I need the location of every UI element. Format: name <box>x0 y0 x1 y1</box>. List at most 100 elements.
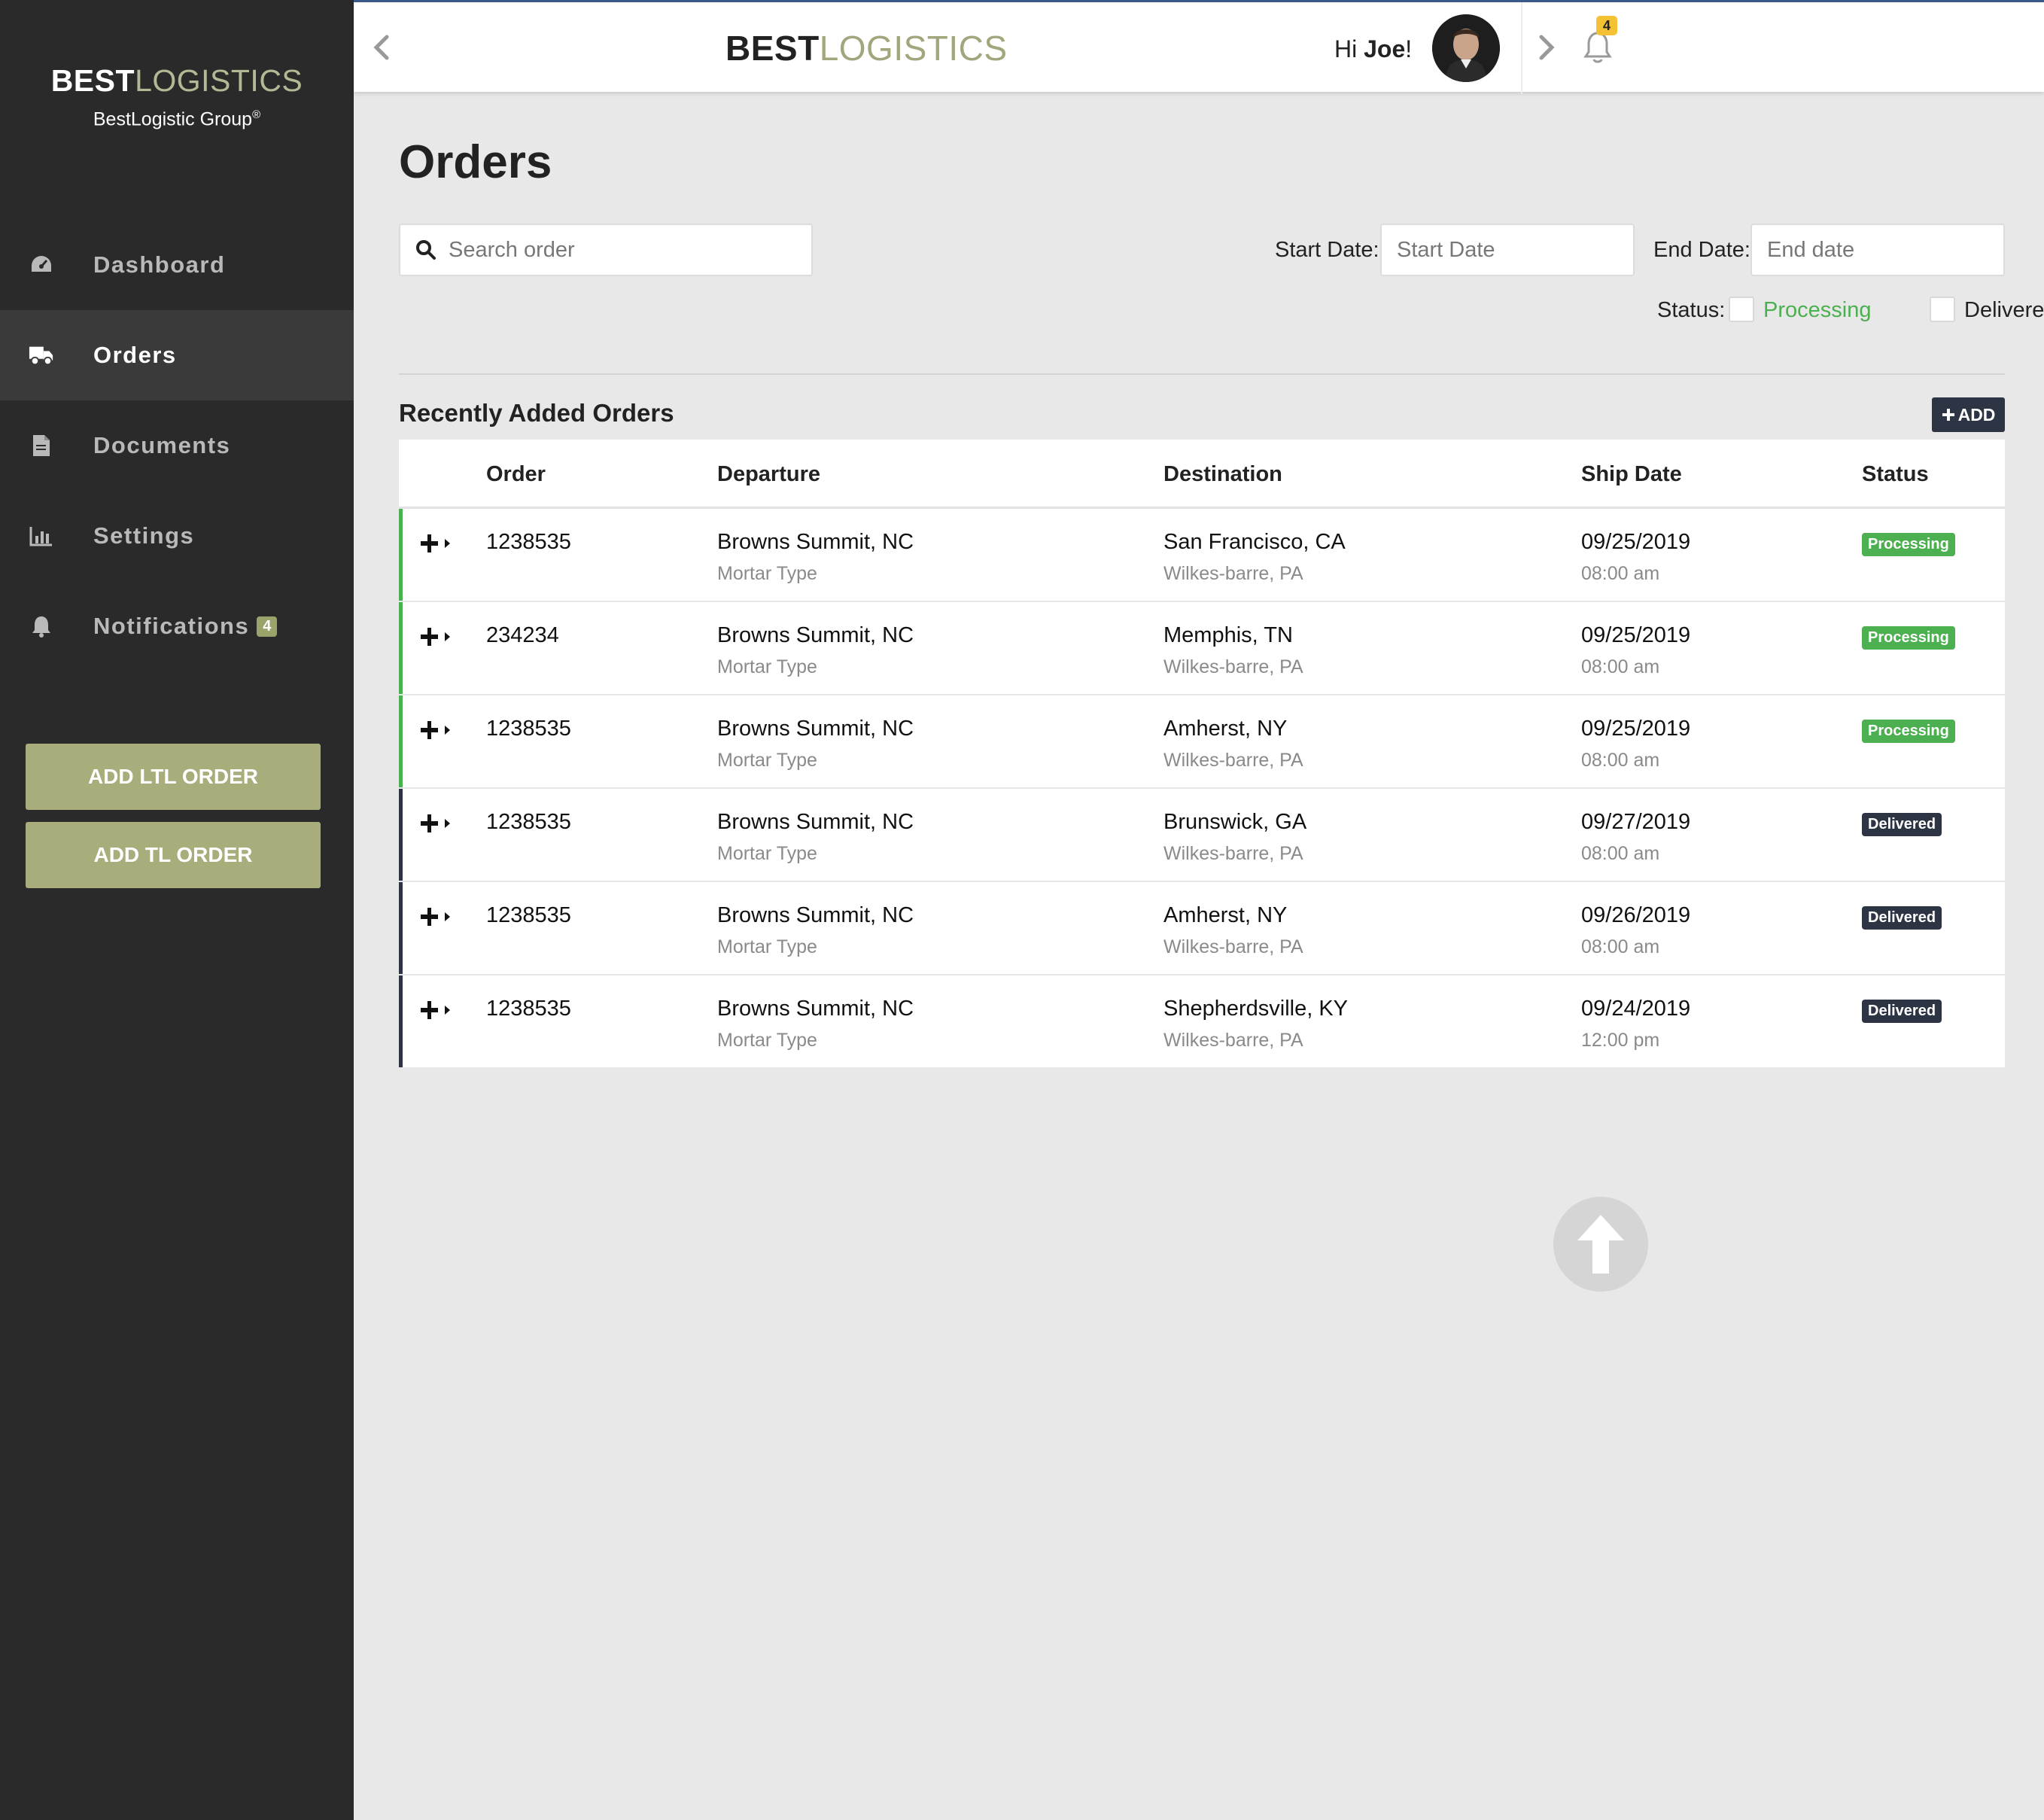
registered-mark: ® <box>252 108 261 121</box>
bell-icon <box>29 613 54 639</box>
departure-city: Browns Summit, NC <box>717 623 914 647</box>
sidebar-item-documents[interactable]: Documents <box>0 400 354 491</box>
departure-city: Browns Summit, NC <box>717 717 914 741</box>
expand-row-icon[interactable] <box>420 903 453 930</box>
destination-sub: Wilkes-barre, PA <box>1163 936 1303 957</box>
departure-type: Mortar Type <box>717 1030 817 1051</box>
search-input[interactable] <box>449 237 795 263</box>
bar-chart-icon <box>29 523 54 549</box>
sidebar-nav: Dashboard Orders Documents Settings Noti… <box>0 220 354 671</box>
destination-city: Shepherdsville, KY <box>1163 997 1349 1021</box>
table-row[interactable]: 1238535 Browns Summit, NC Mortar Type Sh… <box>399 975 2005 1067</box>
notification-count-badge: 4 <box>257 616 278 637</box>
sidebar-item-dashboard[interactable]: Dashboard <box>0 220 354 310</box>
expand-row-icon[interactable] <box>420 530 453 557</box>
logo-bold-text: BEST <box>725 29 820 68</box>
add-tl-order-button[interactable]: ADD TL ORDER <box>26 822 321 888</box>
order-number: 1238535 <box>486 717 571 741</box>
truck-icon <box>29 342 54 368</box>
expand-row-icon[interactable] <box>420 717 453 744</box>
row-status-bar <box>399 882 403 974</box>
ship-time: 08:00 am <box>1581 563 1660 584</box>
column-header-status[interactable]: Status <box>1862 462 1929 487</box>
dashboard-gauge-icon <box>29 252 54 278</box>
order-number: 1238535 <box>486 810 571 834</box>
delivered-filter-label[interactable]: Delivered <box>1964 298 2044 323</box>
expand-row-icon[interactable] <box>420 623 453 650</box>
column-header-departure[interactable]: Departure <box>717 462 820 487</box>
end-date-label: End Date: <box>1653 238 1750 262</box>
start-date-input[interactable] <box>1382 225 1633 275</box>
header-logo[interactable]: BESTLOGISTICS <box>725 28 1008 68</box>
chevron-left-icon[interactable] <box>370 32 393 62</box>
status-filter-label: Status: <box>1657 298 1726 322</box>
table-row[interactable]: 1238535 Browns Summit, NC Mortar Type Br… <box>399 789 2005 882</box>
order-number: 1238535 <box>486 530 571 554</box>
table-body: 1238535 Browns Summit, NC Mortar Type Sa… <box>399 509 2005 1067</box>
divider <box>399 373 2005 375</box>
avatar[interactable] <box>1432 14 1500 82</box>
ship-time: 08:00 am <box>1581 750 1660 771</box>
processing-filter-label[interactable]: Processing <box>1763 298 1871 323</box>
sidebar-item-orders[interactable]: Orders <box>0 310 354 400</box>
departure-city: Browns Summit, NC <box>717 997 914 1021</box>
destination-sub: Wilkes-barre, PA <box>1163 1030 1303 1051</box>
delivered-checkbox[interactable] <box>1930 297 1955 322</box>
ship-time: 08:00 am <box>1581 936 1660 957</box>
sidebar-item-label: Notifications <box>93 613 250 639</box>
table-row[interactable]: 1238535 Browns Summit, NC Mortar Type Am… <box>399 882 2005 975</box>
order-number: 1238535 <box>486 903 571 927</box>
column-header-ship-date[interactable]: Ship Date <box>1581 462 1682 487</box>
row-status-bar <box>399 789 403 881</box>
column-header-destination[interactable]: Destination <box>1163 462 1282 487</box>
chevron-right-icon[interactable] <box>1535 32 1558 62</box>
sidebar-item-notifications[interactable]: Notifications 4 <box>0 581 354 671</box>
order-number: 234234 <box>486 623 559 647</box>
ship-date: 09/25/2019 <box>1581 717 1691 741</box>
document-icon <box>29 433 54 458</box>
departure-type: Mortar Type <box>717 750 817 771</box>
status-badge: Delivered <box>1862 906 1942 930</box>
order-number: 1238535 <box>486 997 571 1021</box>
destination-sub: Wilkes-barre, PA <box>1163 750 1303 771</box>
table-row[interactable]: 1238535 Browns Summit, NC Mortar Type Am… <box>399 695 2005 789</box>
search-box[interactable] <box>399 224 813 276</box>
ship-date: 09/24/2019 <box>1581 997 1691 1021</box>
add-ltl-order-button[interactable]: ADD LTL ORDER <box>26 744 321 810</box>
end-date-field[interactable] <box>1750 224 2005 276</box>
company-group-name: BestLogistic Group <box>93 108 253 130</box>
scroll-to-top-icon[interactable] <box>1553 1197 1648 1292</box>
processing-checkbox[interactable] <box>1729 297 1754 322</box>
status-badge: Processing <box>1862 720 1955 743</box>
sidebar-item-settings[interactable]: Settings <box>0 491 354 581</box>
row-status-bar <box>399 602 403 694</box>
add-order-button[interactable]: ADD <box>1932 397 2005 432</box>
row-status-bar <box>399 695 403 787</box>
departure-city: Browns Summit, NC <box>717 903 914 927</box>
status-badge: Processing <box>1862 626 1955 650</box>
start-date-field[interactable] <box>1380 224 1635 276</box>
section-title: Recently Added Orders <box>399 399 674 427</box>
ship-date: 09/25/2019 <box>1581 623 1691 647</box>
logo-light-text: LOGISTICS <box>819 29 1008 68</box>
plus-icon <box>1942 409 1954 421</box>
row-status-bar <box>399 509 403 601</box>
destination-city: San Francisco, CA <box>1163 530 1346 554</box>
logo-light-text: LOGISTICS <box>135 63 303 98</box>
end-date-input[interactable] <box>1752 225 2003 275</box>
search-icon <box>416 240 436 260</box>
expand-row-icon[interactable] <box>420 810 453 837</box>
sidebar-item-label: Documents <box>93 432 231 458</box>
greeting-prefix: Hi <box>1334 35 1364 62</box>
add-button-label: ADD <box>1957 404 1996 425</box>
sidebar: BESTLOGISTICS BestLogistic Group® Dashbo… <box>0 0 354 1820</box>
departure-type: Mortar Type <box>717 563 817 584</box>
table-row[interactable]: 1238535 Browns Summit, NC Mortar Type Sa… <box>399 509 2005 602</box>
ship-time: 08:00 am <box>1581 656 1660 677</box>
departure-type: Mortar Type <box>717 936 817 957</box>
sidebar-logo[interactable]: BESTLOGISTICS <box>0 63 354 99</box>
column-header-order[interactable]: Order <box>486 462 546 487</box>
notification-count-badge: 4 <box>1596 16 1617 35</box>
table-row[interactable]: 234234 Browns Summit, NC Mortar Type Mem… <box>399 602 2005 695</box>
expand-row-icon[interactable] <box>420 997 453 1024</box>
